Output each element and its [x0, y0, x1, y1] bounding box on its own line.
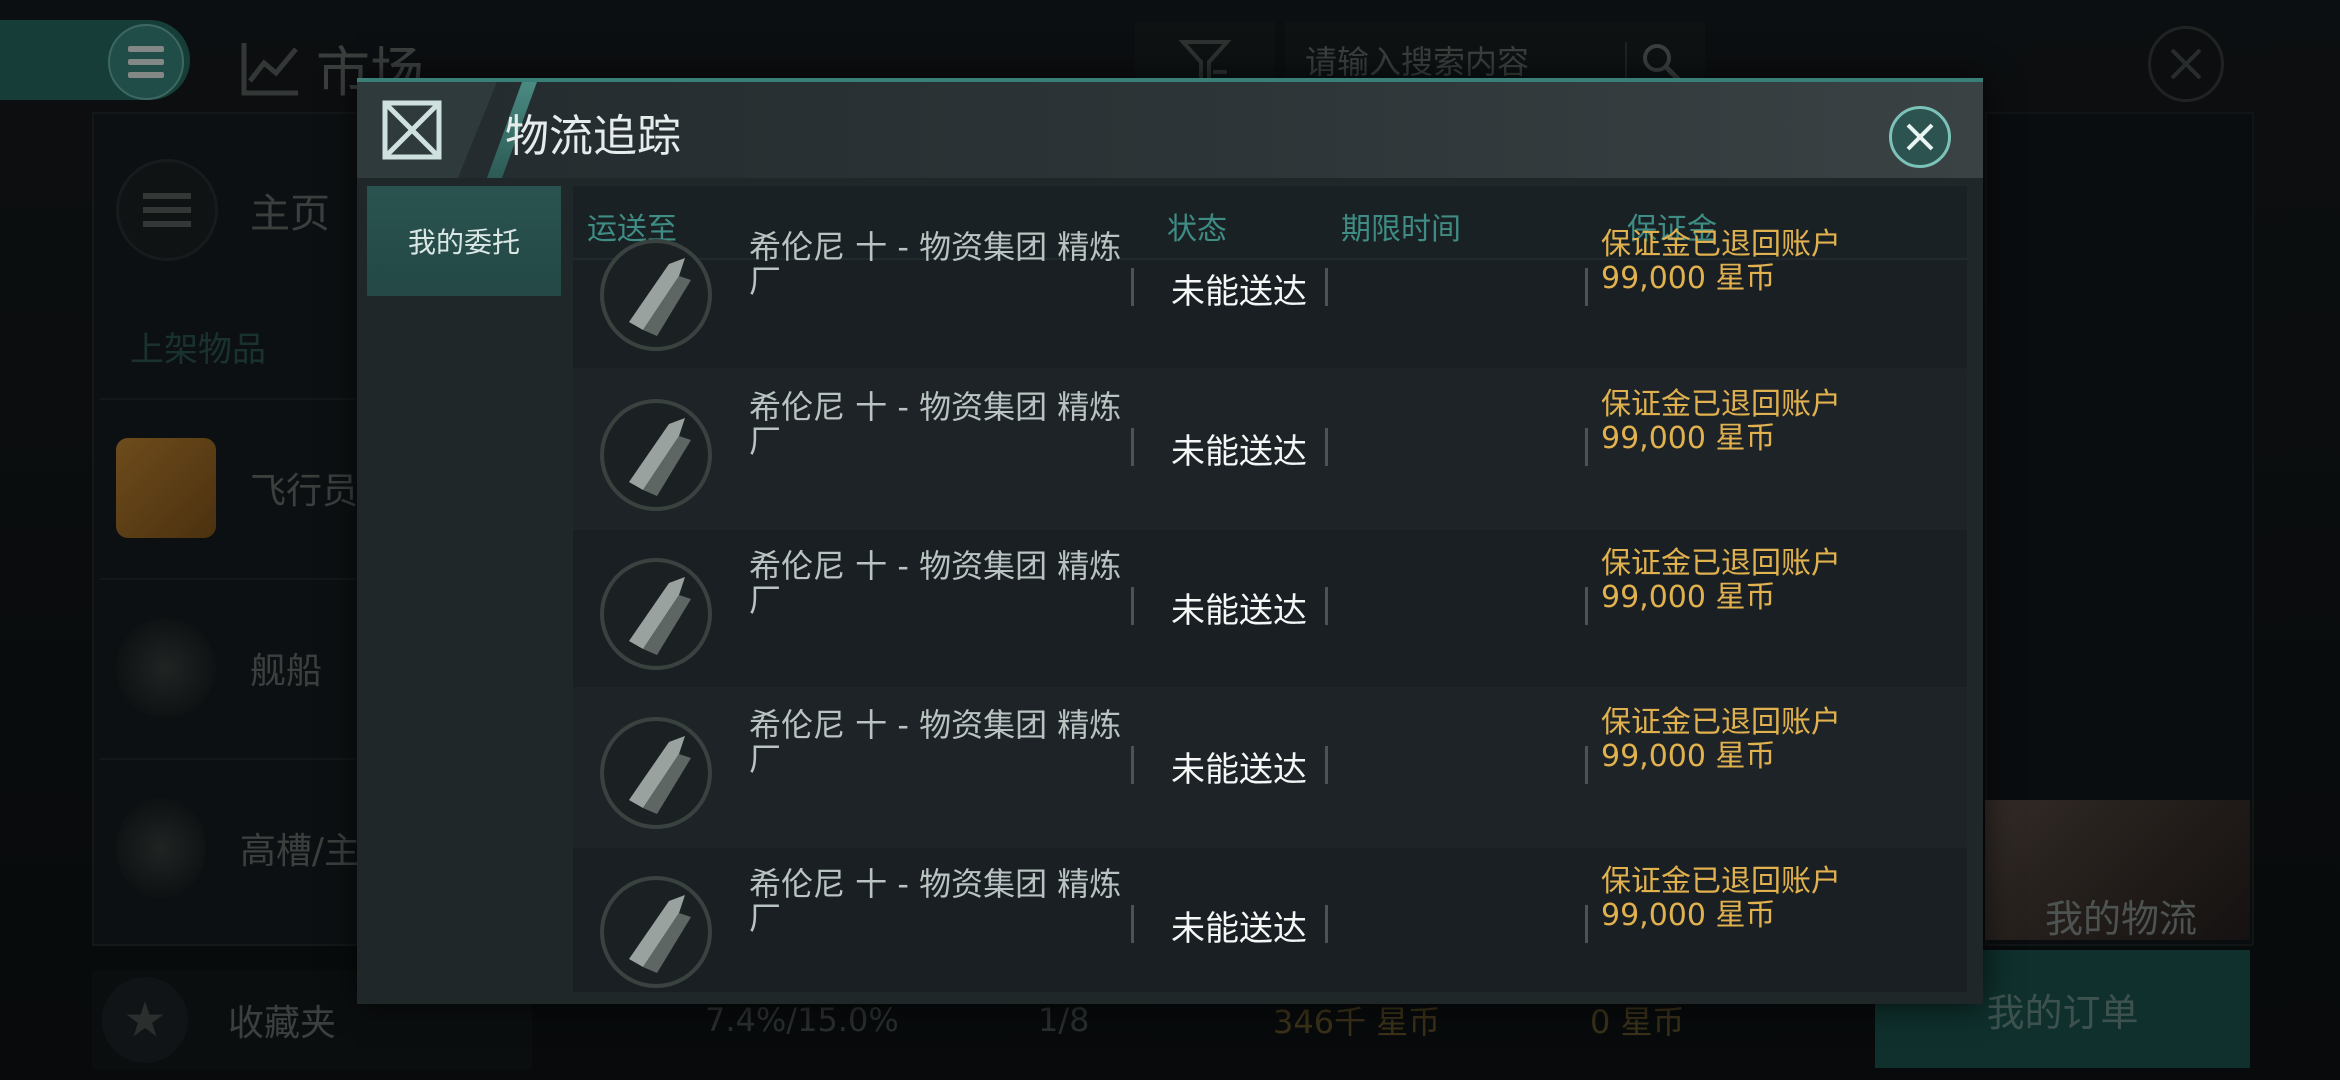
logistics-emblem [357, 82, 497, 178]
cell-divider [1325, 905, 1328, 943]
cargo-item-icon [600, 717, 712, 829]
cell-divider [1131, 905, 1134, 943]
dialog-title: 物流追踪 [505, 111, 681, 162]
status-text: 未能送达 [1171, 272, 1307, 312]
cell-divider [1131, 746, 1134, 784]
cell-divider [1585, 905, 1588, 943]
crate-icon [382, 100, 442, 160]
cargo-item-icon [600, 558, 712, 670]
deposit-note: 保证金已退回账户 [1601, 546, 1841, 581]
status-text: 未能送达 [1171, 750, 1307, 790]
app-root: 市场 主页 上架物品 [0, 0, 2340, 1080]
logistics-tracking-dialog: 物流追踪 我的委托 运送至 状态 期限时间 保证金 希伦尼 十 - 物资集团 精… [357, 78, 1983, 1004]
cell-divider [1131, 587, 1134, 625]
status-text: 未能送达 [1171, 591, 1307, 631]
shipment-table: 运送至 状态 期限时间 保证金 希伦尼 十 - 物资集团 精炼厂 未能送达 保证… [573, 186, 1967, 992]
deposit-info: 保证金已退回账户 99,000 星币 [1601, 388, 1841, 456]
deposit-amount: 99,000 星币 [1601, 898, 1776, 933]
status-text: 未能送达 [1171, 909, 1307, 949]
deposit-note: 保证金已退回账户 [1601, 387, 1841, 422]
cell-divider [1325, 268, 1328, 306]
cell-divider [1585, 428, 1588, 466]
cell-divider [1131, 268, 1134, 306]
deposit-amount: 99,000 星币 [1601, 580, 1776, 615]
status-text: 未能送达 [1171, 432, 1307, 472]
cell-divider [1585, 268, 1588, 306]
table-row[interactable]: 希伦尼 十 - 物资集团 精炼厂 未能送达 保证金已退回账户 99,000 星币 [573, 688, 1967, 848]
cargo-item-icon [600, 239, 712, 351]
deposit-info: 保证金已退回账户 99,000 星币 [1601, 865, 1841, 933]
table-row[interactable]: 希伦尼 十 - 物资集团 精炼厂 未能送达 保证金已退回账户 99,000 星币 [573, 370, 1967, 530]
deposit-info: 保证金已退回账户 99,000 星币 [1601, 547, 1841, 615]
table-row[interactable]: 希伦尼 十 - 物资集团 精炼厂 未能送达 保证金已退回账户 99,000 星币 [573, 847, 1967, 992]
deposit-amount: 99,000 星币 [1601, 261, 1776, 296]
cell-divider [1325, 746, 1328, 784]
cell-divider [1325, 587, 1328, 625]
destination-text: 希伦尼 十 - 物资集团 精炼厂 [749, 228, 1122, 300]
cargo-item-icon [600, 399, 712, 511]
cell-divider [1131, 428, 1134, 466]
deposit-amount: 99,000 星币 [1601, 739, 1776, 774]
deposit-note: 保证金已退回账户 [1601, 227, 1841, 262]
cell-divider [1325, 428, 1328, 466]
table-row[interactable]: 希伦尼 十 - 物资集团 精炼厂 未能送达 保证金已退回账户 99,000 星币 [573, 529, 1967, 689]
tab-my-commissions[interactable]: 我的委托 [367, 186, 561, 296]
deposit-info: 保证金已退回账户 99,000 星币 [1601, 228, 1841, 296]
cell-divider [1585, 746, 1588, 784]
destination-text: 希伦尼 十 - 物资集团 精炼厂 [749, 865, 1122, 937]
destination-text: 希伦尼 十 - 物资集团 精炼厂 [749, 388, 1122, 460]
shipment-list[interactable]: 希伦尼 十 - 物资集团 精炼厂 未能送达 保证金已退回账户 99,000 星币 [573, 228, 1967, 992]
deposit-info: 保证金已退回账户 99,000 星币 [1601, 706, 1841, 774]
deposit-amount: 99,000 星币 [1601, 421, 1776, 456]
deposit-note: 保证金已退回账户 [1601, 705, 1841, 740]
destination-text: 希伦尼 十 - 物资集团 精炼厂 [749, 547, 1122, 619]
deposit-note: 保证金已退回账户 [1601, 864, 1841, 899]
dialog-close-button[interactable] [1889, 106, 1951, 168]
close-icon [1906, 123, 1934, 151]
cell-divider [1585, 587, 1588, 625]
dialog-header: 物流追踪 [357, 82, 1983, 178]
table-row[interactable]: 希伦尼 十 - 物资集团 精炼厂 未能送达 保证金已退回账户 99,000 星币 [573, 210, 1967, 370]
cargo-item-icon [600, 876, 712, 988]
destination-text: 希伦尼 十 - 物资集团 精炼厂 [749, 706, 1122, 778]
